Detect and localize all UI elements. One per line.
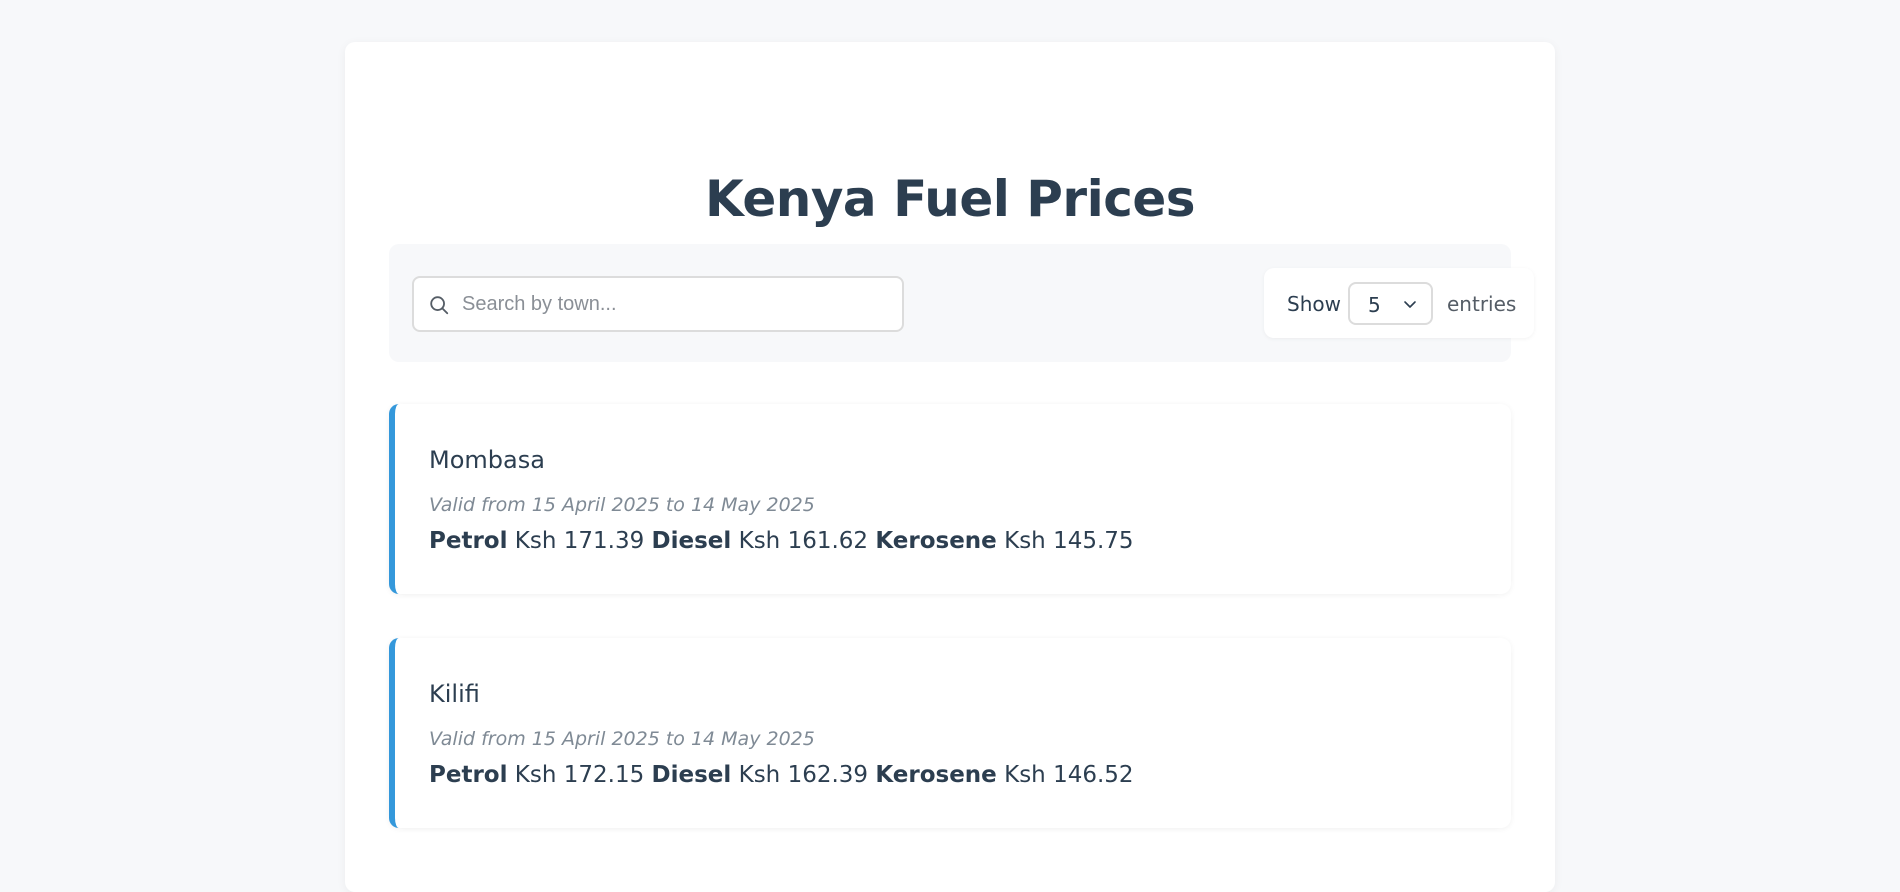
kerosene-label: Kerosene (875, 528, 997, 554)
petrol-label: Petrol (429, 528, 508, 554)
controls-bar: Show 5 entries (389, 244, 1534, 362)
kerosene-label: Kerosene (875, 762, 997, 788)
chevron-down-icon (1404, 301, 1416, 308)
list-item: Mombasa Valid from 15 April 2025 to 14 M… (389, 404, 1511, 594)
kerosene-price: Ksh 145.75 (1004, 528, 1134, 554)
entries-select-value: 5 (1368, 293, 1381, 317)
list-item: Kilifi Valid from 15 April 2025 to 14 Ma… (389, 638, 1511, 828)
petrol-price: Ksh 171.39 (514, 528, 645, 554)
diesel-price: Ksh 162.39 (738, 762, 869, 788)
town-name: Mombasa (429, 446, 545, 474)
kerosene-price: Ksh 146.52 (1004, 762, 1134, 788)
validity-period: Valid from 15 April 2025 to 14 May 2025 (429, 494, 815, 516)
entries-control: Show 5 entries (1264, 268, 1534, 338)
search-icon (430, 296, 449, 315)
diesel-label: Diesel (651, 528, 732, 554)
validity-period: Valid from 15 April 2025 to 14 May 2025 (429, 728, 815, 750)
petrol-price: Ksh 172.15 (514, 762, 645, 788)
entries-label: entries (1447, 292, 1517, 316)
price-line: Petrol Ksh 171.39 Diesel Ksh 161.62 Kero… (429, 528, 1134, 554)
diesel-label: Diesel (651, 762, 732, 788)
show-label: Show (1287, 292, 1341, 316)
town-name: Kilifi (429, 680, 480, 708)
main-card: Kenya Fuel Prices Show 5 entries Mombasa… (345, 42, 1555, 892)
page-title: Kenya Fuel Prices (704, 170, 1196, 228)
entries-select[interactable]: 5 (1348, 282, 1433, 325)
petrol-label: Petrol (429, 762, 508, 788)
diesel-price: Ksh 161.62 (738, 528, 869, 554)
search-box[interactable] (412, 276, 904, 332)
search-input[interactable] (462, 278, 892, 330)
price-line: Petrol Ksh 172.15 Diesel Ksh 162.39 Kero… (429, 762, 1134, 788)
